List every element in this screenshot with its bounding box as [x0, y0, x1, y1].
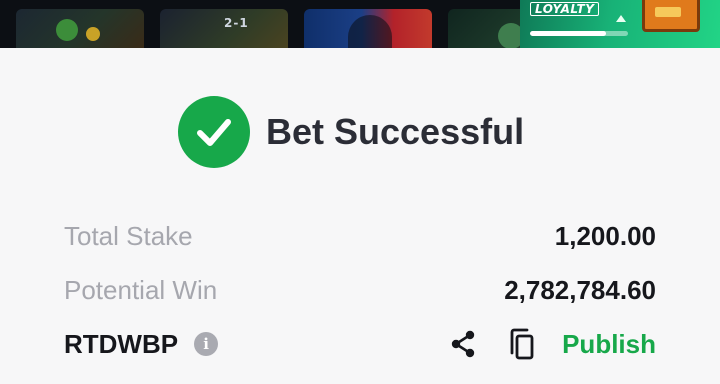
publish-button[interactable]: Publish	[562, 329, 656, 360]
total-stake-value: 1,200.00	[554, 220, 656, 251]
page-title: Bet Successful	[266, 111, 525, 152]
loyalty-progress-bar	[530, 31, 628, 36]
info-icon[interactable]: i	[194, 332, 219, 356]
treasure-chest-icon[interactable]	[642, 0, 700, 32]
total-stake-label: Total Stake	[64, 220, 193, 251]
copy-icon[interactable]	[506, 327, 536, 361]
check-circle-icon	[178, 96, 250, 168]
potential-win-value: 2,782,784.60	[504, 274, 656, 305]
progress-marker-icon	[616, 15, 626, 22]
loyalty-logo: LOYALTY	[530, 0, 600, 16]
game-thumbnail-strip: 2-1 LOYALTY	[0, 0, 720, 48]
game-thumbnail[interactable]: 2-1	[160, 9, 288, 48]
loyalty-banner[interactable]: LOYALTY	[520, 0, 720, 48]
loyalty-badge: LOYALTY	[530, 2, 600, 16]
total-stake-row: Total Stake 1,200.00	[64, 219, 656, 253]
booking-code-row: RTDWBP i Publish	[64, 327, 656, 361]
potential-win-row: Potential Win 2,782,784.60	[64, 273, 656, 307]
game-thumbnail[interactable]	[304, 9, 432, 48]
player-silhouette	[348, 15, 392, 48]
potential-win-label: Potential Win	[64, 274, 218, 305]
booking-code: RTDWBP	[64, 328, 179, 359]
thumbnail-score: 2-1	[224, 16, 249, 30]
game-thumbnail[interactable]	[16, 9, 144, 48]
bet-success-header: Bet Successful	[178, 96, 524, 168]
share-icon[interactable]	[448, 327, 478, 361]
loyalty-progress-fill	[530, 31, 607, 36]
